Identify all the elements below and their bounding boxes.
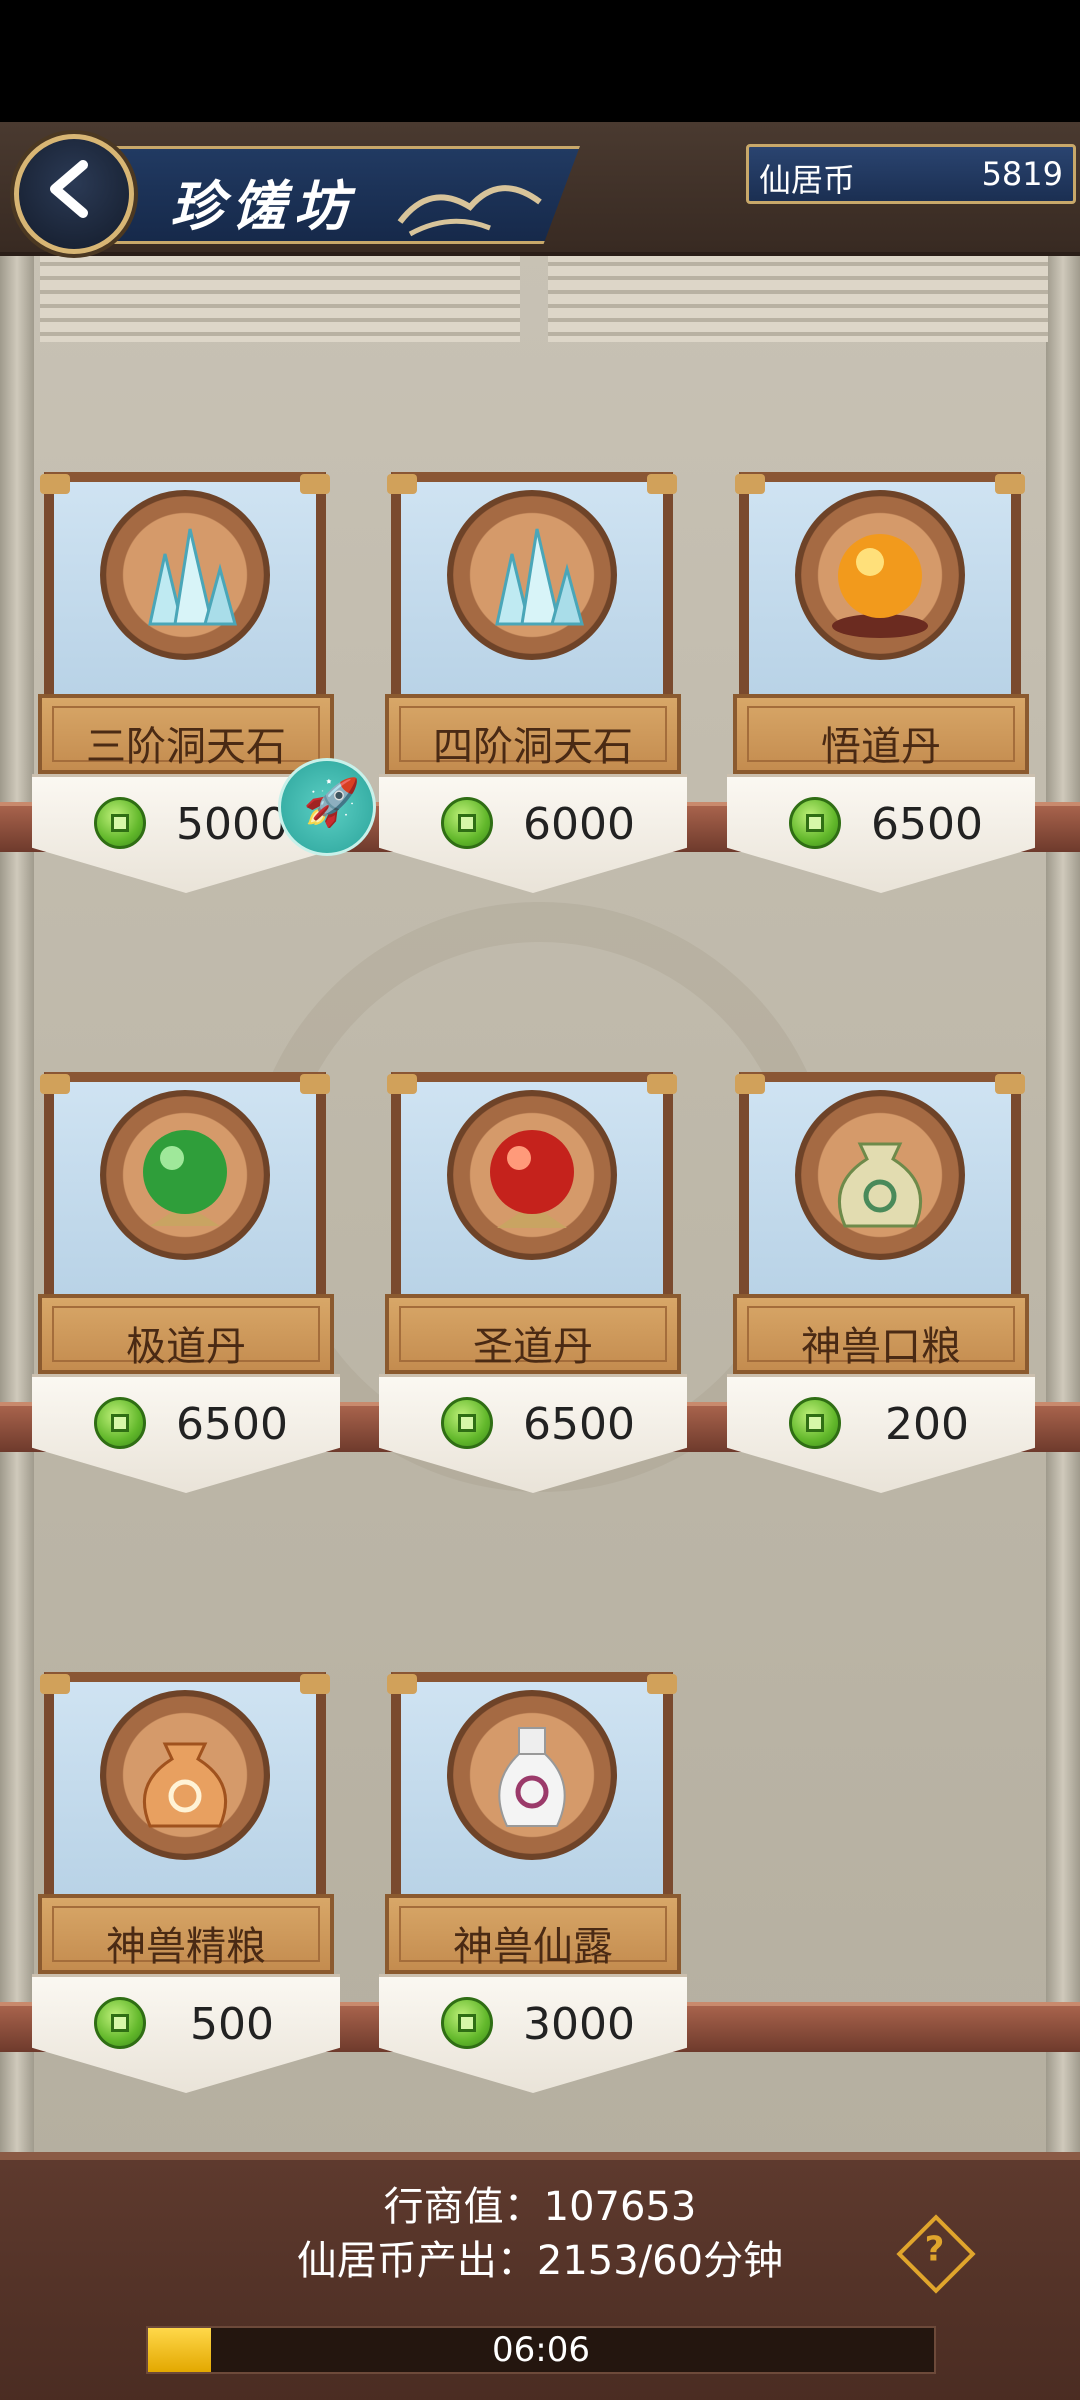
item-name: 神兽仙露 — [453, 1924, 613, 1970]
crystal-icon — [467, 514, 597, 644]
frame-cap — [300, 1074, 330, 1094]
chevron-left-icon — [50, 160, 88, 218]
shop-screen: 珍馐坊 仙居币 5819 🚀 三阶洞天石 5000 四阶洞天石 6000 悟道丹 6500… — [0, 122, 1080, 2400]
price-tag[interactable]: 500 — [32, 1974, 340, 2093]
frame-cap — [735, 474, 765, 494]
item-name-plate: 极道丹 — [38, 1294, 334, 1374]
frame-cap — [735, 1074, 765, 1094]
frame-cap — [387, 474, 417, 494]
status-bar — [0, 0, 1080, 122]
orange-sack-icon — [120, 1714, 250, 1844]
frame-cap — [647, 1674, 677, 1694]
currency-value: 5819 — [981, 155, 1063, 193]
item-name: 悟道丹 — [821, 724, 941, 770]
price-tag[interactable]: 6500 — [32, 1374, 340, 1493]
coin-icon — [441, 1397, 493, 1449]
item-name: 三阶洞天石 — [86, 724, 286, 770]
shop-item-card[interactable]: 悟道丹 6500 — [719, 472, 1039, 902]
green-sack-icon — [815, 1114, 945, 1244]
rocket-icon: 🚀 — [303, 775, 361, 829]
price-tag[interactable]: 6500 — [379, 1374, 687, 1493]
frame-cap — [995, 1074, 1025, 1094]
item-name: 四阶洞天石 — [433, 724, 633, 770]
frame-cap — [40, 1674, 70, 1694]
shop-item-card[interactable]: 神兽仙露 3000 — [371, 1672, 691, 2102]
shop-item-card[interactable]: 极道丹 6500 — [24, 1072, 344, 1502]
orange-orb-icon — [815, 514, 945, 644]
price-tag[interactable]: 200 — [727, 1374, 1035, 1493]
coin-icon — [441, 797, 493, 849]
coin-icon — [789, 1397, 841, 1449]
item-name-plate: 悟道丹 — [733, 694, 1029, 774]
merchant-value: 行商值：107653 — [383, 2184, 697, 2230]
top-header: 珍馐坊 仙居币 5819 — [0, 122, 1080, 256]
production-timer: 06:06 — [492, 2330, 590, 2370]
cloud-decoration — [397, 185, 542, 237]
item-price: 6500 — [871, 799, 983, 850]
coin-icon — [441, 1997, 493, 2049]
rocket-boost-button[interactable]: 🚀 — [278, 758, 376, 856]
item-name-plate: 圣道丹 — [385, 1294, 681, 1374]
item-name-plate: 四阶洞天石 — [385, 694, 681, 774]
shop-item-card[interactable]: 圣道丹 6500 — [371, 1072, 691, 1502]
item-name-plate: 神兽精粮 — [38, 1894, 334, 1974]
item-name: 圣道丹 — [473, 1324, 593, 1370]
frame-cap — [387, 1074, 417, 1094]
frame-cap — [647, 1074, 677, 1094]
page-title: 珍馐坊 — [170, 174, 356, 238]
coin-icon — [94, 1397, 146, 1449]
frame-cap — [995, 474, 1025, 494]
item-price: 3000 — [523, 1999, 635, 2050]
frame-cap — [647, 474, 677, 494]
item-name: 神兽精粮 — [106, 1924, 266, 1970]
coin-icon — [789, 797, 841, 849]
frame-cap — [387, 1674, 417, 1694]
item-price: 6500 — [176, 1399, 288, 1450]
footer-panel: 行商值：107653 仙居币产出：2153/60分钟 ? 06:06 — [0, 2152, 1080, 2400]
item-price: 200 — [885, 1399, 969, 1450]
item-name-plate: 神兽仙露 — [385, 1894, 681, 1974]
item-name: 极道丹 — [126, 1324, 246, 1370]
vase-icon — [467, 1714, 597, 1844]
price-tag[interactable]: 6500 — [727, 774, 1035, 893]
window-blind — [40, 252, 520, 342]
coin-icon — [94, 1997, 146, 2049]
shop-item-card[interactable]: 神兽精粮 500 — [24, 1672, 344, 2102]
frame-cap — [40, 474, 70, 494]
right-pillar — [1046, 212, 1080, 2272]
item-name: 神兽口粮 — [801, 1324, 961, 1370]
question-icon: ? — [924, 2229, 945, 2270]
currency-display: 仙居币 5819 — [746, 144, 1076, 204]
price-tag[interactable]: 6000 — [379, 774, 687, 893]
currency-label: 仙居币 — [759, 161, 856, 199]
frame-cap — [40, 1074, 70, 1094]
window-blind — [548, 252, 1048, 342]
item-price: 500 — [190, 1999, 274, 2050]
crystal-icon — [120, 514, 250, 644]
production-progress-bar: 06:06 — [146, 2326, 936, 2374]
shop-item-card[interactable]: 四阶洞天石 6000 — [371, 472, 691, 902]
frame-cap — [300, 474, 330, 494]
green-orb-icon — [120, 1114, 250, 1244]
back-button[interactable] — [14, 134, 134, 254]
frame-cap — [300, 1674, 330, 1694]
item-name-plate: 神兽口粮 — [733, 1294, 1029, 1374]
item-price: 6000 — [523, 799, 635, 850]
red-orb-icon — [467, 1114, 597, 1244]
item-price: 6500 — [523, 1399, 635, 1450]
shop-item-card[interactable]: 神兽口粮 200 — [719, 1072, 1039, 1502]
coin-icon — [94, 797, 146, 849]
price-tag[interactable]: 3000 — [379, 1974, 687, 2093]
item-name-plate: 三阶洞天石 — [38, 694, 334, 774]
